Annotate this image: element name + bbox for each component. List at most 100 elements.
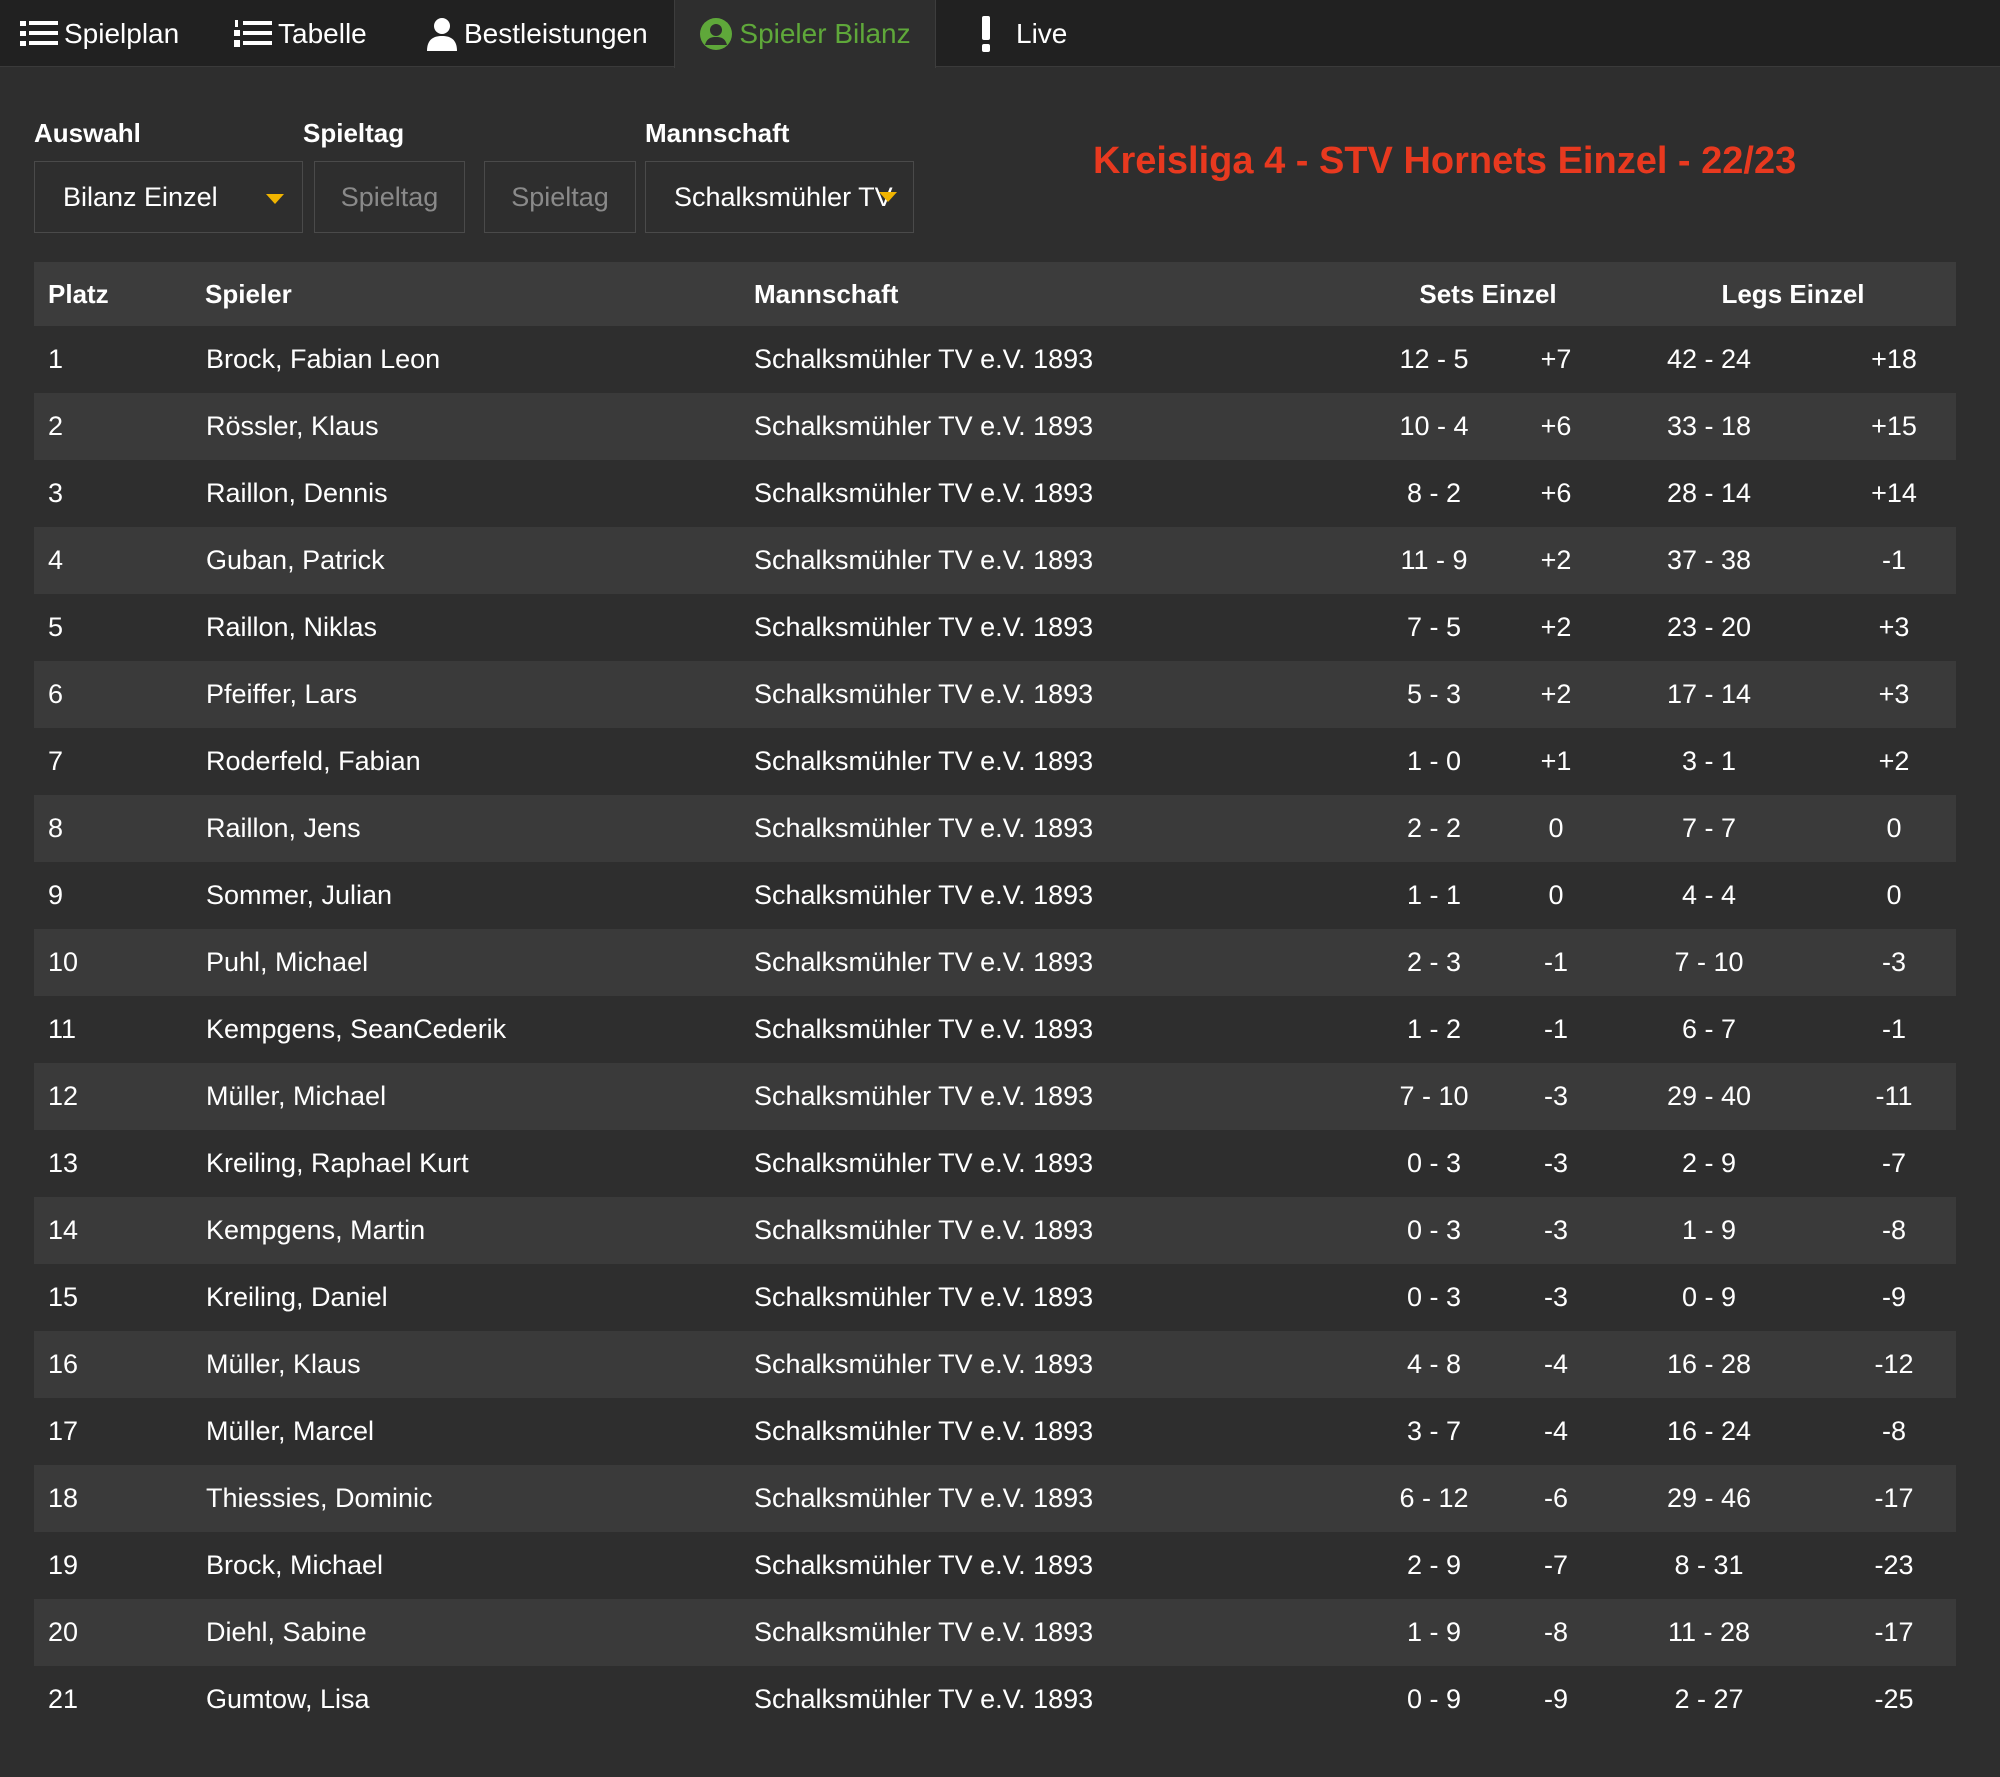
cell-legs: 6 - 7	[1681, 1014, 1737, 1044]
cell-legs-diff: -23	[1874, 1550, 1914, 1580]
cell-legs-diff: +18	[1871, 344, 1917, 374]
header-platz[interactable]: Platz	[48, 262, 109, 326]
nav-item-spieler-bilanz[interactable]: Spieler Bilanz	[674, 0, 936, 68]
cell-legs: 11 - 28	[1667, 1617, 1751, 1647]
nav-item-bestleistungen[interactable]: Bestleistungen	[426, 0, 648, 67]
header-sets-einzel[interactable]: Sets Einzel	[1380, 262, 1596, 326]
cell-sets-diff: 0	[1548, 813, 1564, 843]
cell-platz: 15	[48, 1282, 79, 1312]
cell-platz: 21	[48, 1684, 79, 1714]
cell-legs: 3 - 1	[1681, 746, 1737, 776]
cell-legs: 1 - 9	[1681, 1215, 1737, 1245]
table-row: 14 Kempgens, Martin Schalksmühler TV e.V…	[34, 1197, 1956, 1264]
cell-sets-diff: +1	[1540, 746, 1572, 776]
cell-sets: 2 - 2	[1406, 813, 1462, 843]
cell-legs: 33 - 18	[1666, 411, 1752, 441]
nav-item-tabelle[interactable]: Tabelle	[234, 0, 367, 67]
cell-sets-diff: -1	[1543, 1014, 1568, 1044]
cell-sets-diff: -3	[1543, 1215, 1568, 1245]
cell-legs-diff: -8	[1881, 1215, 1906, 1245]
nav-item-label: Bestleistungen	[464, 17, 648, 49]
cell-legs-diff: +2	[1878, 746, 1910, 776]
table-row: 7 Roderfeld, Fabian Schalksmühler TV e.V…	[34, 728, 1956, 795]
cell-spieler: Roderfeld, Fabian	[206, 746, 421, 776]
cell-platz: 19	[48, 1550, 79, 1580]
cell-spieler: Gumtow, Lisa	[206, 1684, 370, 1714]
cell-legs: 16 - 28	[1666, 1349, 1752, 1379]
cell-sets: 6 - 12	[1399, 1483, 1469, 1513]
header-spieler[interactable]: Spieler	[205, 262, 292, 326]
cell-mannschaft: Schalksmühler TV e.V. 1893	[754, 1282, 1094, 1312]
cell-mannschaft: Schalksmühler TV e.V. 1893	[754, 1081, 1094, 1111]
chevron-down-icon	[266, 194, 284, 204]
cell-sets: 1 - 2	[1406, 1014, 1462, 1044]
cell-mannschaft: Schalksmühler TV e.V. 1893	[754, 545, 1094, 575]
cell-platz: 14	[48, 1215, 79, 1245]
spieltag-label: Spieltag	[303, 118, 405, 148]
nav-item-label: Spielplan	[64, 17, 180, 49]
cell-legs: 16 - 24	[1666, 1416, 1752, 1446]
cell-sets: 5 - 3	[1406, 679, 1462, 709]
cell-legs-diff: -25	[1874, 1684, 1914, 1714]
nav-item-spielplan[interactable]: Spielplan	[20, 0, 179, 67]
cell-legs-diff: -11	[1875, 1081, 1913, 1111]
cell-sets-diff: -4	[1543, 1349, 1568, 1379]
cell-sets-diff: -3	[1543, 1282, 1568, 1312]
table-row: 6 Pfeiffer, Lars Schalksmühler TV e.V. 1…	[34, 661, 1956, 728]
cell-mannschaft: Schalksmühler TV e.V. 1893	[754, 746, 1094, 776]
cell-platz: 5	[48, 612, 64, 642]
cell-platz: 16	[48, 1349, 79, 1379]
spieltag-to-field[interactable]: Spieltag	[484, 161, 636, 233]
cell-platz: 12	[48, 1081, 79, 1111]
cell-spieler: Rössler, Klaus	[206, 411, 379, 441]
header-legs-einzel[interactable]: Legs Einzel	[1652, 262, 1934, 326]
cell-legs-diff: -17	[1874, 1483, 1914, 1513]
cell-spieler: Thiessies, Dominic	[206, 1483, 433, 1513]
cell-legs-diff: -7	[1881, 1148, 1906, 1178]
cell-mannschaft: Schalksmühler TV e.V. 1893	[754, 1014, 1094, 1044]
cell-legs-diff: +15	[1871, 411, 1917, 441]
list-icon	[20, 19, 58, 49]
cell-legs-diff: -1	[1881, 545, 1906, 575]
cell-sets: 0 - 3	[1406, 1215, 1462, 1245]
cell-sets: 11 - 9	[1400, 545, 1468, 575]
exclamation-icon	[980, 15, 992, 52]
nav-item-live[interactable]: Live	[980, 0, 1067, 67]
cell-legs: 28 - 14	[1666, 478, 1752, 508]
cell-mannschaft: Schalksmühler TV e.V. 1893	[754, 1215, 1094, 1245]
cell-mannschaft: Schalksmühler TV e.V. 1893	[754, 1483, 1094, 1513]
cell-sets: 0 - 3	[1406, 1148, 1462, 1178]
cell-legs-diff: +3	[1878, 679, 1910, 709]
cell-mannschaft: Schalksmühler TV e.V. 1893	[754, 411, 1094, 441]
cell-sets: 2 - 3	[1406, 947, 1462, 977]
cell-platz: 11	[48, 1014, 77, 1044]
spieltag-from-placeholder: Spieltag	[340, 181, 439, 212]
auswahl-label: Auswahl	[34, 118, 141, 148]
cell-sets-diff: +2	[1540, 612, 1572, 642]
mannschaft-label: Mannschaft	[645, 118, 790, 148]
user-circle-icon	[699, 17, 733, 51]
cell-legs: 7 - 7	[1681, 813, 1737, 843]
cell-platz: 10	[48, 947, 79, 977]
cell-sets: 1 - 0	[1406, 746, 1462, 776]
nav-item-label: Tabelle	[278, 17, 367, 49]
cell-spieler: Brock, Michael	[206, 1550, 384, 1580]
cell-sets-diff: -3	[1543, 1081, 1568, 1111]
table-row: 4 Guban, Patrick Schalksmühler TV e.V. 1…	[34, 527, 1956, 594]
auswahl-select[interactable]: Bilanz Einzel	[34, 161, 303, 233]
table-row: 20 Diehl, Sabine Schalksmühler TV e.V. 1…	[34, 1599, 1956, 1666]
cell-sets-diff: +6	[1540, 478, 1572, 508]
cell-spieler: Müller, Marcel	[206, 1416, 375, 1446]
cell-spieler: Müller, Klaus	[206, 1349, 361, 1379]
cell-spieler: Kreiling, Raphael Kurt	[206, 1148, 469, 1178]
cell-sets: 7 - 5	[1406, 612, 1462, 642]
table-row: 21 Gumtow, Lisa Schalksmühler TV e.V. 18…	[34, 1666, 1956, 1733]
cell-legs-diff: -17	[1874, 1617, 1914, 1647]
cell-sets-diff: -4	[1543, 1416, 1568, 1446]
header-mannschaft[interactable]: Mannschaft	[754, 262, 898, 326]
cell-sets-diff: -7	[1543, 1550, 1568, 1580]
cell-legs-diff: 0	[1886, 880, 1902, 910]
spieltag-from-field[interactable]: Spieltag	[314, 161, 465, 233]
top-nav: Spielplan Tabelle Bestleistungen Spieler…	[0, 0, 2000, 68]
mannschaft-select[interactable]: Schalksmühler TV	[645, 161, 914, 233]
